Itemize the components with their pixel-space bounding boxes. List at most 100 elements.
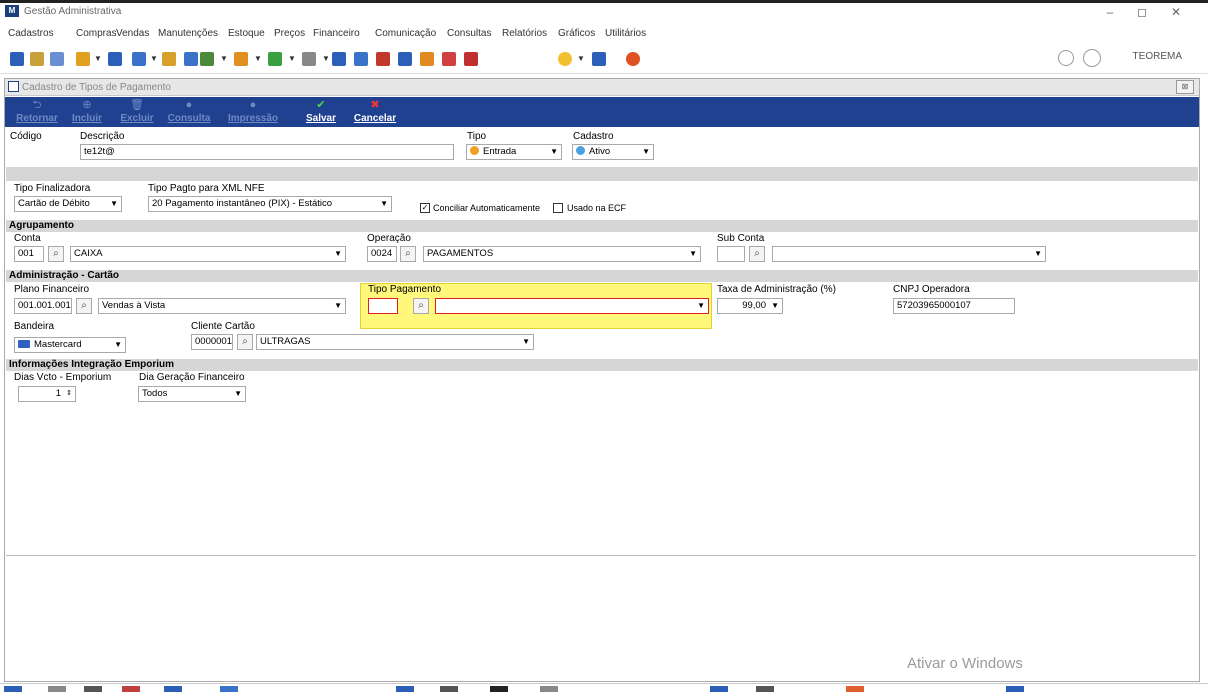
- minimize-button[interactable]: –: [1095, 3, 1125, 21]
- toolbar-icon-4[interactable]: [76, 52, 90, 66]
- favorites-star-icon[interactable]: [558, 52, 572, 66]
- cnpj-input[interactable]: 57203965000107: [893, 298, 1015, 314]
- cliente-search-icon[interactable]: ⌕: [237, 334, 253, 350]
- cliente-cartao-label: Cliente Cartão: [191, 321, 255, 332]
- toolbar-icon-13[interactable]: [332, 52, 346, 66]
- dia-geracao-label: Dia Geração Financeiro: [139, 372, 245, 383]
- taskbar-icon[interactable]: [540, 686, 558, 692]
- taxa-input[interactable]: 99,00 ▼: [717, 298, 783, 314]
- form-close-button[interactable]: ⊠: [1176, 80, 1194, 94]
- toolbar-icon-10[interactable]: [234, 52, 248, 66]
- menu-compras[interactable]: Compras: [76, 28, 117, 39]
- toolbar-icon-11[interactable]: [268, 52, 282, 66]
- subconta-code-input[interactable]: [717, 246, 745, 262]
- maximize-button[interactable]: ◻: [1127, 3, 1157, 21]
- retornar-button[interactable]: ⮌ Retornar: [11, 99, 63, 125]
- cliente-code-input[interactable]: 0000001: [191, 334, 233, 350]
- conciliar-checkbox[interactable]: ✓: [420, 203, 430, 213]
- ecf-checkbox[interactable]: [553, 203, 563, 213]
- toolbar-icon-17[interactable]: [420, 52, 434, 66]
- taskbar-icon[interactable]: [220, 686, 238, 692]
- tipo-pagamento-search-icon[interactable]: ⌕: [413, 298, 429, 314]
- toolbar-icon-15[interactable]: [376, 52, 390, 66]
- close-button[interactable]: ✕: [1161, 3, 1191, 21]
- toolbar-icon-3[interactable]: [50, 52, 64, 66]
- menu-cadastros[interactable]: Cadastros: [8, 28, 54, 39]
- menu-manutencoes[interactable]: Manutenções: [158, 28, 218, 39]
- taskbar-icon[interactable]: [846, 686, 864, 692]
- cliente-select[interactable]: ULTRAGAS ▼: [256, 334, 534, 350]
- tipo-pagamento-code-input[interactable]: [368, 298, 398, 314]
- plano-code-input[interactable]: 001.001.001: [14, 298, 72, 314]
- cadastro-select[interactable]: Ativo ▼: [572, 144, 654, 160]
- notification-bell-icon[interactable]: [1058, 50, 1074, 66]
- toolbar-icon-14[interactable]: [354, 52, 368, 66]
- incluir-button[interactable]: ⊕ Incluir: [61, 99, 113, 125]
- taskbar-icon[interactable]: [396, 686, 414, 692]
- consulta-button[interactable]: ● Consulta: [163, 99, 215, 125]
- menu-financeiro[interactable]: Financeiro: [313, 28, 360, 39]
- cancelar-button[interactable]: ✖ Cancelar: [349, 99, 401, 125]
- conta-code-input[interactable]: 001: [14, 246, 44, 262]
- tipo-finalizadora-select[interactable]: Cartão de Débito ▼: [14, 196, 122, 212]
- window-title: Gestão Administrativa: [24, 6, 122, 17]
- dia-geracao-select[interactable]: Todos ▼: [138, 386, 246, 402]
- descricao-input[interactable]: te12t@: [80, 144, 454, 160]
- user-avatar-icon[interactable]: [1083, 49, 1101, 67]
- subconta-search-icon[interactable]: ⌕: [749, 246, 765, 262]
- toolbar-icon-5[interactable]: [108, 52, 122, 66]
- menu-precos[interactable]: Preços: [274, 28, 305, 39]
- conta-select[interactable]: CAIXA ▼: [70, 246, 346, 262]
- power-icon[interactable]: [626, 52, 640, 66]
- subconta-select[interactable]: ▼: [772, 246, 1046, 262]
- taskbar-icon[interactable]: [756, 686, 774, 692]
- toolbar-icon-2[interactable]: [30, 52, 44, 66]
- plano-search-icon[interactable]: ⌕: [76, 298, 92, 314]
- menu-graficos[interactable]: Gráficos: [558, 28, 595, 39]
- conta-search-icon[interactable]: ⌕: [48, 246, 64, 262]
- taskbar-icon[interactable]: [710, 686, 728, 692]
- taskbar-icon[interactable]: [1006, 686, 1024, 692]
- operacao-search-icon[interactable]: ⌕: [400, 246, 416, 262]
- chevron-down-icon: ▼: [334, 249, 342, 258]
- operacao-code-input[interactable]: 0024: [367, 246, 397, 262]
- chevron-down-icon: ▼: [110, 199, 118, 208]
- menu-estoque[interactable]: Estoque: [228, 28, 265, 39]
- impressao-button[interactable]: ● Impressão: [227, 99, 279, 125]
- chevron-down-icon: ▼: [522, 337, 530, 346]
- taskbar-icon[interactable]: [4, 686, 22, 692]
- tipo-pagto-xml-select[interactable]: 20 Pagamento instantâneo (PIX) - Estátic…: [148, 196, 392, 212]
- excluir-button[interactable]: 🗑 Excluir: [111, 99, 163, 125]
- menu-vendas[interactable]: Vendas: [116, 28, 149, 39]
- toolbar-icon-19[interactable]: [464, 52, 478, 66]
- toolbar-icon-9[interactable]: [200, 52, 214, 66]
- toolbar-icon-16[interactable]: [398, 52, 412, 66]
- title-bar: [0, 0, 1208, 22]
- toolbar-icon-20[interactable]: [592, 52, 606, 66]
- tipo-select[interactable]: Entrada ▼: [466, 144, 562, 160]
- taskbar-icon[interactable]: [164, 686, 182, 692]
- bandeira-select[interactable]: Mastercard ▼: [14, 337, 126, 353]
- menu-consultas[interactable]: Consultas: [447, 28, 491, 39]
- taskbar-icon[interactable]: [440, 686, 458, 692]
- cadastro-label: Cadastro: [573, 131, 614, 142]
- taskbar-icon[interactable]: [490, 686, 508, 692]
- toolbar-icon-7[interactable]: [162, 52, 176, 66]
- toolbar-icon-8[interactable]: [184, 52, 198, 66]
- toolbar-icon-6[interactable]: [132, 52, 146, 66]
- dias-vcto-stepper[interactable]: 1 ⇕: [18, 386, 76, 402]
- toolbar-icon-18[interactable]: [442, 52, 456, 66]
- cartao-section: Administração - Cartão: [6, 270, 1198, 282]
- toolbar-icon-12[interactable]: [302, 52, 316, 66]
- taskbar-icon[interactable]: [84, 686, 102, 692]
- menu-relatorios[interactable]: Relatórios: [502, 28, 547, 39]
- menu-comunicacao[interactable]: Comunicação: [375, 28, 436, 39]
- tipo-pagamento-select[interactable]: ▼: [435, 298, 709, 314]
- operacao-select[interactable]: PAGAMENTOS ▼: [423, 246, 701, 262]
- toolbar-icon-1[interactable]: [10, 52, 24, 66]
- salvar-button[interactable]: ✔ Salvar: [295, 99, 347, 125]
- plano-select[interactable]: Vendas à Vista ▼: [98, 298, 346, 314]
- menu-utilitarios[interactable]: Utilitários: [605, 28, 646, 39]
- taskbar-icon[interactable]: [48, 686, 66, 692]
- taskbar-icon[interactable]: [122, 686, 140, 692]
